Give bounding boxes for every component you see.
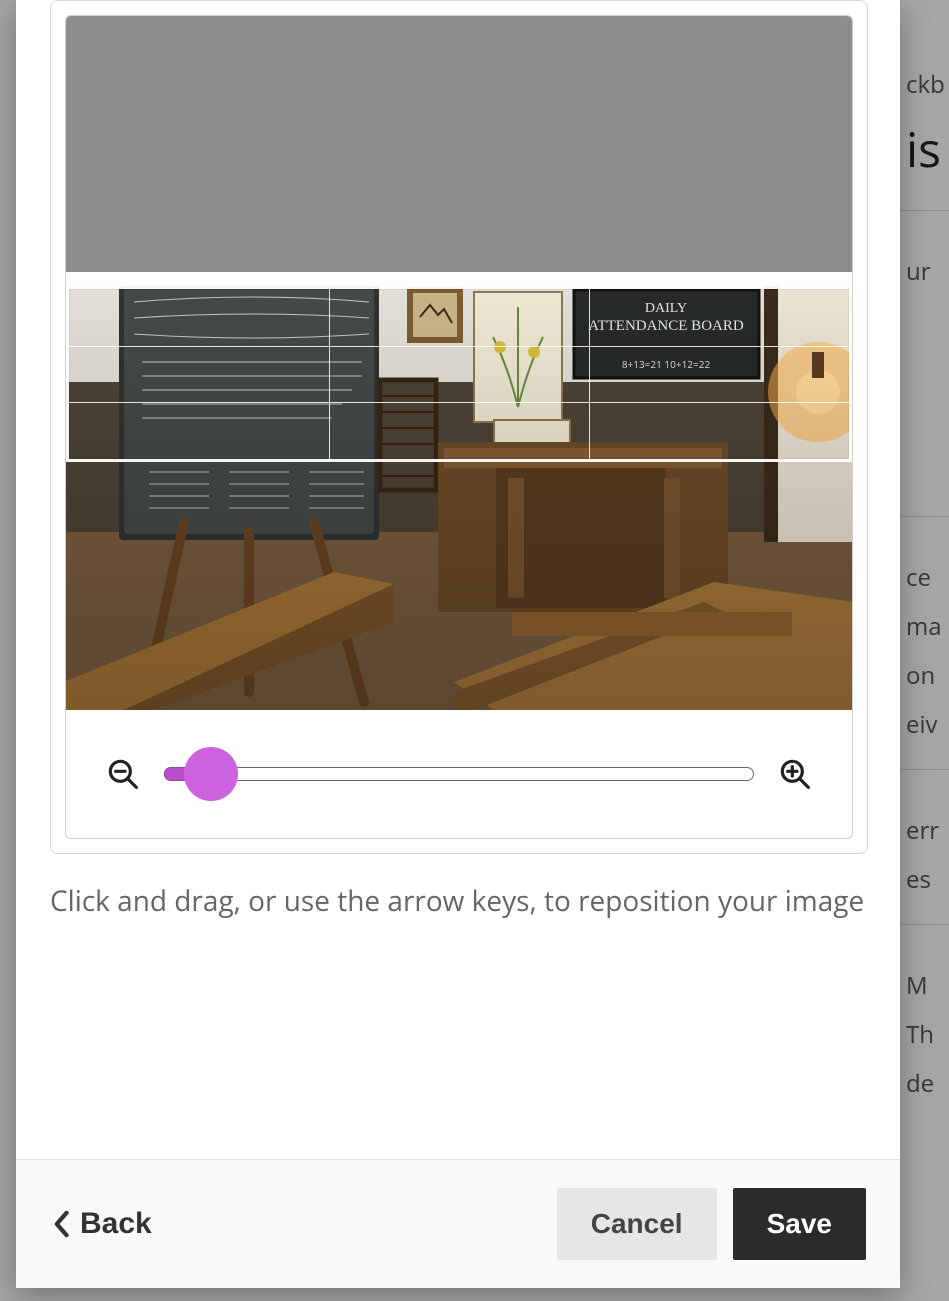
modal-footer: Back Cancel Save [16,1159,900,1288]
help-text: Click and drag, or use the arrow keys, t… [50,882,866,920]
upload-image: DAILY ATTENDANCE BOARD 8+13=21 10+12=22 [66,272,852,710]
cancel-button[interactable]: Cancel [557,1188,717,1260]
zoom-out-icon[interactable] [106,757,140,791]
zoom-controls [66,710,852,838]
zoom-slider-thumb[interactable] [184,747,238,801]
zoom-slider-track [164,767,754,781]
chevron-left-icon [52,1210,70,1238]
save-button[interactable]: Save [733,1188,866,1260]
modal-body: DAILY ATTENDANCE BOARD 8+13=21 10+12=22 [16,0,900,1159]
zoom-slider[interactable] [164,754,754,794]
editor-card: DAILY ATTENDANCE BOARD 8+13=21 10+12=22 [50,0,868,854]
back-button[interactable]: Back [50,1203,154,1245]
crop-canvas[interactable]: DAILY ATTENDANCE BOARD 8+13=21 10+12=22 [66,16,852,710]
image-crop-modal: DAILY ATTENDANCE BOARD 8+13=21 10+12=22 [16,0,900,1288]
editor-inner: DAILY ATTENDANCE BOARD 8+13=21 10+12=22 [65,15,853,839]
back-button-label: Back [80,1207,152,1241]
zoom-in-icon[interactable] [778,757,812,791]
